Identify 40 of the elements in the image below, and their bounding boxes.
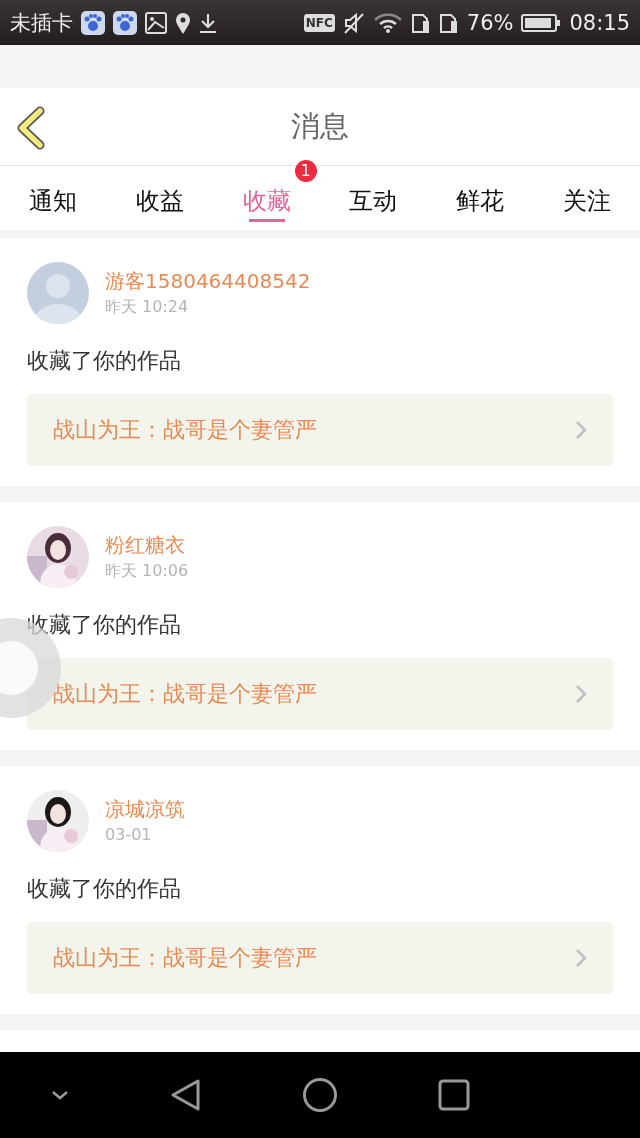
download-icon xyxy=(199,11,217,34)
count-badge: 1 xyxy=(294,160,317,182)
battery-icon xyxy=(521,12,562,33)
tab[interactable]: 鲜花 xyxy=(456,166,504,224)
user-name[interactable]: 粉红糖衣 xyxy=(105,531,189,559)
sim-alert-icon xyxy=(438,11,459,34)
back-nav-button[interactable] xyxy=(170,1078,202,1112)
carrier-label: 未插卡 xyxy=(10,9,73,37)
paw-app-icon xyxy=(113,10,137,35)
collapse-button[interactable] xyxy=(50,1089,70,1101)
message-time: 03-01 xyxy=(105,824,153,846)
image-icon xyxy=(145,11,167,34)
sim-alert-icon xyxy=(410,11,431,34)
user-name[interactable]: 游客1580464408542 xyxy=(105,267,311,295)
page-title: 消息 xyxy=(291,107,349,145)
nfc-icon: NFC xyxy=(303,13,335,32)
clock: 08:15 xyxy=(569,10,630,35)
location-icon xyxy=(175,11,191,34)
message-time: 昨天 10:24 xyxy=(105,296,190,318)
chevron-right-icon xyxy=(575,420,587,440)
chevron-right-icon xyxy=(575,948,587,968)
home-button[interactable] xyxy=(302,1077,338,1113)
wifi-icon xyxy=(372,11,403,34)
battery-percent: 76% xyxy=(466,10,514,35)
message-time: 昨天 10:06 xyxy=(105,560,189,582)
user-name[interactable]: 凉城凉筑 xyxy=(105,795,185,823)
tab[interactable]: 通知 xyxy=(29,166,78,224)
message-text: 收藏了你的作品 xyxy=(27,611,182,639)
paw-app-icon xyxy=(81,10,105,35)
work-link[interactable]: 战山为王：战哥是个妻管严 xyxy=(27,394,613,466)
mute-icon xyxy=(342,11,365,34)
work-link[interactable]: 战山为王：战哥是个妻管严 xyxy=(27,922,613,994)
tab[interactable]: 互动 xyxy=(349,166,398,224)
tab[interactable]: 收益 xyxy=(136,166,184,224)
tab[interactable]: 关注 xyxy=(562,166,611,224)
message-text: 收藏了你的作品 xyxy=(27,347,182,375)
recents-button[interactable] xyxy=(438,1079,470,1111)
work-link[interactable]: 战山为王：战哥是个妻管严 xyxy=(27,658,613,730)
chevron-right-icon xyxy=(575,684,587,704)
message-text: 收藏了你的作品 xyxy=(27,875,182,903)
